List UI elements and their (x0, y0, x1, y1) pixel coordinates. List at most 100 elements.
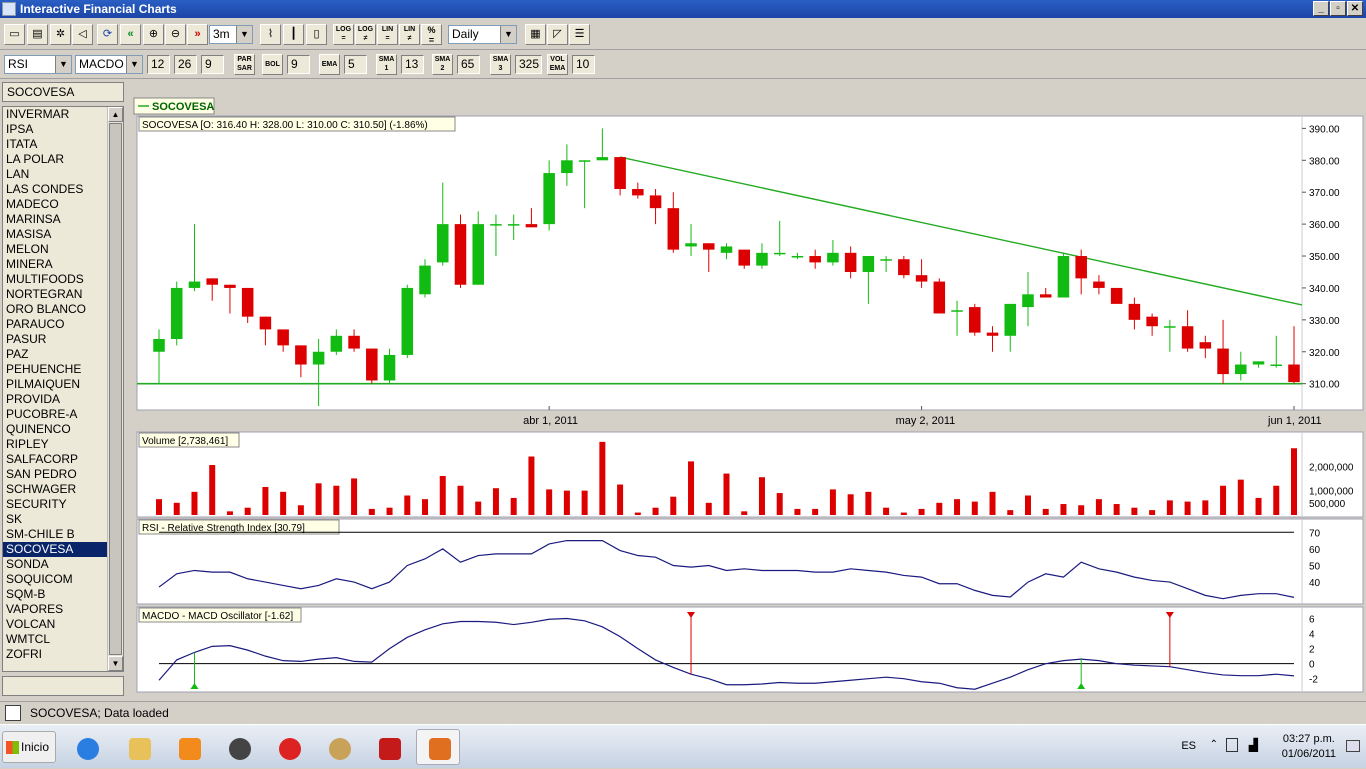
symbol-input[interactable]: SOCOVESA (2, 82, 124, 102)
candle[interactable] (543, 173, 555, 225)
symbol-list[interactable]: INVERMAR IPSA ITATA LA POLAR LAN LAS CONDES MA… (2, 106, 124, 672)
symbol-list-item[interactable]: VAPORES (3, 602, 109, 617)
volume-bar[interactable] (581, 490, 588, 515)
volume-bar[interactable] (865, 491, 872, 515)
candle[interactable] (703, 243, 715, 250)
candle[interactable] (862, 256, 875, 272)
volume-bar[interactable] (918, 508, 925, 515)
parsar-button[interactable]: PAR SAR (234, 54, 255, 75)
symbol-list-item[interactable]: ITATA (3, 137, 109, 152)
symbol-list-item[interactable]: INVERMAR (3, 107, 109, 122)
list-scrollbar[interactable]: ▲ ▼ (107, 107, 123, 671)
candle[interactable] (738, 249, 750, 266)
volume-bar[interactable] (386, 507, 393, 515)
volume-bar[interactable] (812, 508, 819, 515)
volume-bar[interactable] (617, 484, 624, 515)
candle[interactable] (986, 332, 999, 336)
candle[interactable] (490, 224, 502, 226)
volume-bar[interactable] (528, 456, 535, 516)
volume-bar[interactable] (173, 502, 180, 515)
symbol-list-item[interactable]: SQM-B (3, 587, 109, 602)
candle[interactable] (809, 256, 821, 263)
candle[interactable] (933, 281, 946, 314)
bar-chart-icon[interactable]: ┃ (283, 24, 304, 45)
symbol-list-item[interactable]: IPSA (3, 122, 109, 137)
bollinger-input[interactable]: 9 (287, 55, 310, 74)
sma3-button[interactable]: SMA 3 (490, 54, 511, 75)
volume-bar[interactable] (634, 512, 641, 515)
lin-scale-ne-button[interactable]: LIN ≠ (399, 24, 420, 45)
symbol-list-item[interactable]: SOCOVESA (3, 542, 109, 557)
taskbar-java[interactable] (416, 729, 460, 765)
symbol-list-item[interactable]: VOLCAN (3, 617, 109, 632)
symbol-list-item[interactable]: PROVIDA (3, 392, 109, 407)
candle[interactable] (401, 287, 414, 355)
symbol-list-item[interactable]: LAS CONDES (3, 182, 109, 197)
candle[interactable] (685, 243, 697, 247)
language-indicator[interactable]: ES (1181, 740, 1196, 752)
volume-bar[interactable] (1131, 507, 1138, 515)
zoom-out-icon[interactable]: ⊖ (165, 24, 186, 45)
taskbar-media[interactable] (166, 729, 210, 765)
candle[interactable] (206, 278, 218, 285)
symbol-list-item[interactable]: SOQUICOM (3, 572, 109, 587)
volume-bar[interactable] (156, 499, 162, 515)
candle[interactable] (951, 310, 963, 312)
candle[interactable] (383, 354, 396, 381)
print-icon[interactable]: ▭ (4, 24, 25, 45)
refresh-icon[interactable]: ⟳ (97, 24, 118, 45)
scroll-right-button[interactable]: » (187, 24, 208, 45)
volume-bar[interactable] (1273, 485, 1280, 515)
volume-bar[interactable] (847, 494, 854, 515)
symbol-list-item[interactable]: MELON (3, 242, 109, 257)
percent-button[interactable]: % = (421, 24, 442, 45)
macd-pane[interactable] (136, 606, 1364, 693)
scroll-down-icon[interactable]: ▼ (108, 656, 123, 671)
candle[interactable] (1110, 287, 1123, 304)
lin-scale-button[interactable]: LIN = (377, 24, 398, 45)
symbol-list-item[interactable]: MASISA (3, 227, 109, 242)
symbol-list-item[interactable]: SALFACORP (3, 452, 109, 467)
candle[interactable] (1235, 364, 1247, 375)
candle[interactable] (880, 259, 892, 261)
indicator2-select[interactable]: MACDO ▼ (75, 55, 143, 74)
symbol-list-item[interactable]: SCHWAGER (3, 482, 109, 497)
symbol-list-item[interactable]: PUCOBRE-A (3, 407, 109, 422)
volume-bar[interactable] (1024, 495, 1031, 516)
volume-bar[interactable] (510, 497, 517, 515)
candle[interactable] (578, 160, 591, 162)
candle[interactable] (898, 259, 910, 276)
symbol-list-item[interactable]: MINERA (3, 257, 109, 272)
candle[interactable] (791, 256, 804, 258)
symbol-list-item[interactable]: PAZ (3, 347, 109, 362)
sma1-button[interactable]: SMA 1 (376, 54, 397, 75)
chart-svg[interactable]: SOCOVESA SOCOVESA [O: 316.40 H: 328.00 L:… (129, 92, 1366, 697)
save-icon[interactable]: ▤ (27, 24, 48, 45)
volume-bar[interactable] (422, 499, 429, 515)
zoom-in-icon[interactable]: ⊕ (143, 24, 164, 45)
candle[interactable] (827, 252, 839, 263)
candle[interactable] (1093, 281, 1105, 288)
macd-fast-input[interactable]: 12 (147, 55, 170, 74)
symbol-list-item[interactable]: SM-CHILE B (3, 527, 109, 542)
volume-bar[interactable] (1184, 501, 1191, 515)
sma2-input[interactable]: 65 (457, 55, 480, 74)
candle[interactable] (720, 246, 733, 253)
volume-bar[interactable] (226, 511, 233, 515)
symbol-list-item[interactable]: PEHUENCHE (3, 362, 109, 377)
volume-bar[interactable] (457, 485, 464, 515)
volume-bar[interactable] (1078, 505, 1085, 515)
candle[interactable] (1039, 294, 1052, 298)
symbol-list-item[interactable]: SK (3, 512, 109, 527)
volume-bar[interactable] (1220, 485, 1227, 515)
candle[interactable] (844, 252, 857, 272)
candle[interactable] (561, 160, 573, 174)
sma2-button[interactable]: SMA 2 (432, 54, 453, 75)
volume-bar[interactable] (1237, 479, 1244, 515)
volume-bar[interactable] (1095, 499, 1102, 515)
symbol-list-item[interactable]: PASUR (3, 332, 109, 347)
volume-bar[interactable] (758, 477, 765, 515)
scroll-thumb[interactable] (109, 123, 122, 655)
symbol-list-item[interactable]: ZOFRI (3, 647, 109, 662)
interval-select[interactable]: Daily ▼ (448, 25, 517, 44)
